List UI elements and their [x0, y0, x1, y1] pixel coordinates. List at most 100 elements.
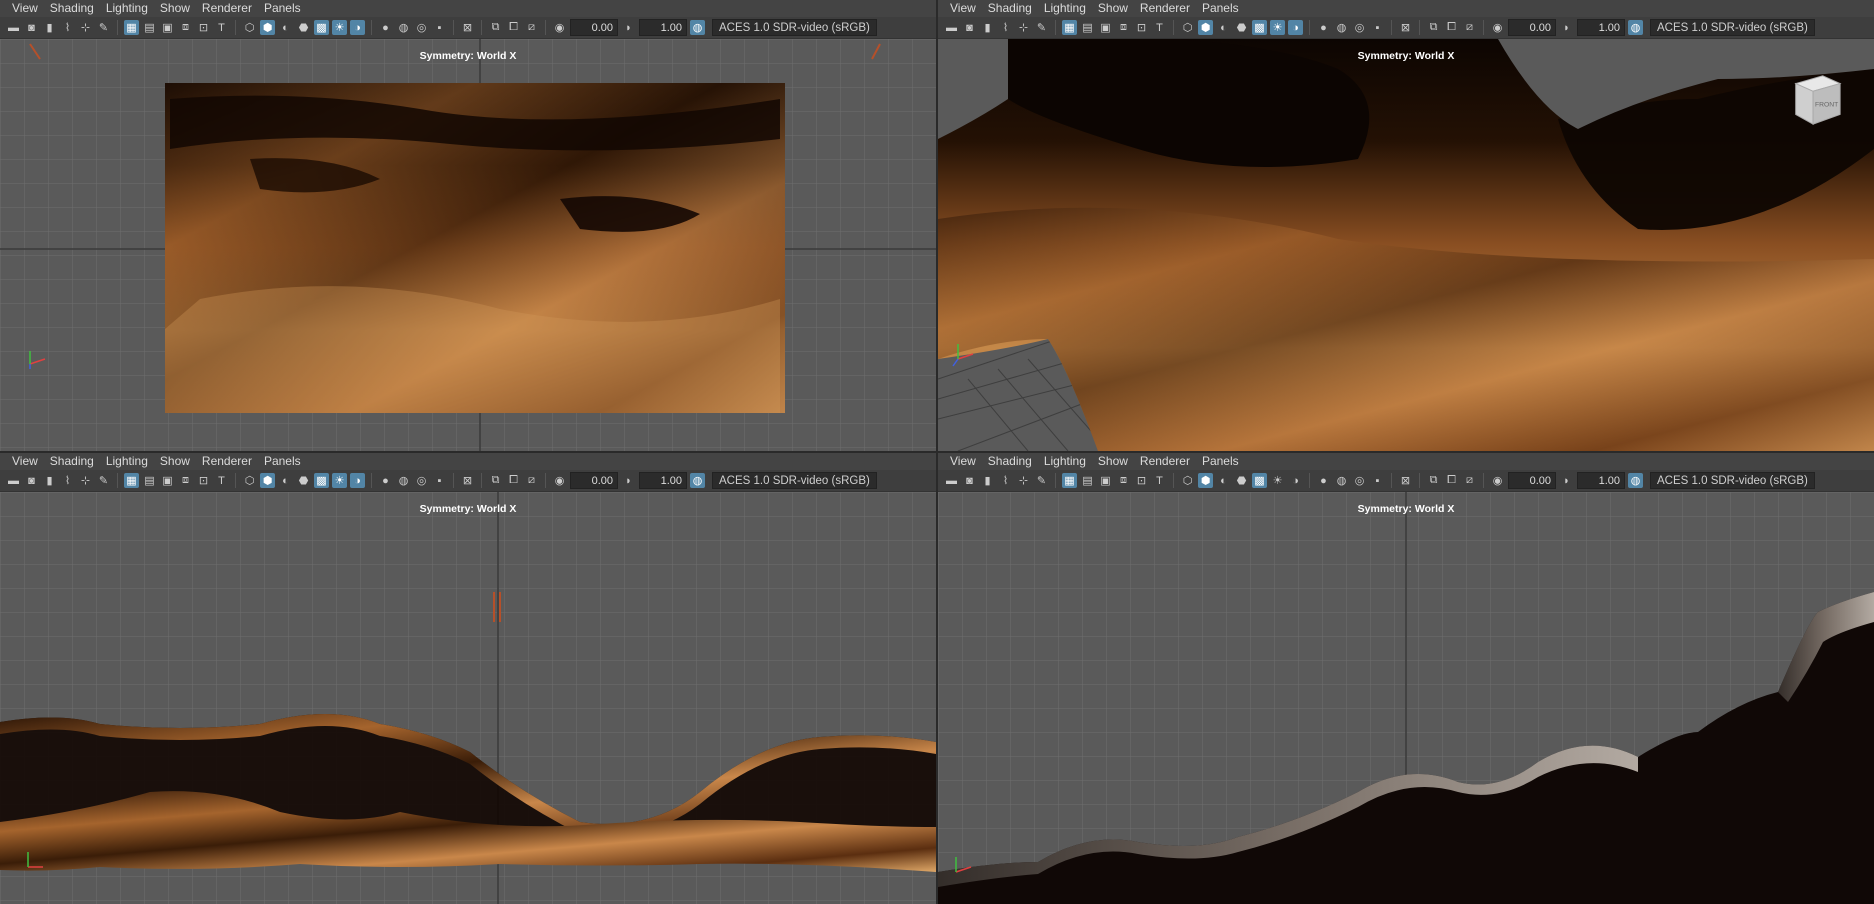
gamma-field[interactable]: 1.00 [1577, 472, 1625, 489]
menu-panels[interactable]: Panels [260, 453, 309, 470]
shadows-icon[interactable]: ◑ [350, 473, 365, 488]
camera-attr-icon[interactable]: ◙ [962, 20, 977, 35]
smooth-shade-icon[interactable]: ⬢ [1198, 473, 1213, 488]
menu-shading[interactable]: Shading [984, 0, 1040, 17]
gamma-field[interactable]: 1.00 [1577, 19, 1625, 36]
film-icon[interactable]: ▤ [142, 20, 157, 35]
wireframe-icon[interactable]: ⬡ [242, 473, 257, 488]
aa-icon[interactable]: ◎ [1352, 20, 1367, 35]
image-plane-icon[interactable]: ⌇ [998, 473, 1013, 488]
wireframe-icon[interactable]: ⬡ [1180, 473, 1195, 488]
viewport-side[interactable] [938, 492, 1874, 904]
lights-icon[interactable]: ☀ [1270, 20, 1285, 35]
film-gate-icon[interactable]: ⊹ [1016, 473, 1031, 488]
ao-icon[interactable]: ● [1316, 20, 1331, 35]
safe-action-icon[interactable]: ⊡ [196, 20, 211, 35]
wireframe-on-shaded-icon[interactable]: ⬣ [1234, 20, 1249, 35]
menu-lighting[interactable]: Lighting [1040, 453, 1094, 470]
menu-shading[interactable]: Shading [984, 453, 1040, 470]
lights-icon[interactable]: ☀ [332, 473, 347, 488]
xray-joints-icon[interactable]: ⧠ [1444, 473, 1459, 488]
viewport-panel-top-left[interactable]: View Shading Lighting Show Renderer Pane… [0, 0, 936, 451]
dof-icon[interactable]: ▪ [432, 20, 447, 35]
film-icon[interactable]: ▤ [1080, 473, 1095, 488]
camera-attr-icon[interactable]: ◙ [24, 20, 39, 35]
image-plane-icon[interactable]: ⌇ [60, 20, 75, 35]
menu-lighting[interactable]: Lighting [102, 453, 156, 470]
smooth-shade-icon[interactable]: ⬢ [260, 20, 275, 35]
isolate-icon[interactable]: ⊠ [460, 20, 475, 35]
menu-view[interactable]: View [8, 453, 46, 470]
color-management-icon[interactable]: ◍ [1628, 20, 1643, 35]
gamma-field[interactable]: 1.00 [639, 19, 687, 36]
gate-mask-icon[interactable]: ⧈ [178, 473, 193, 488]
xray-joints-icon[interactable]: ⧠ [506, 20, 521, 35]
film-gate-icon[interactable]: ⊹ [78, 473, 93, 488]
pen-icon[interactable]: ✎ [1034, 20, 1049, 35]
gamma-icon[interactable]: ◗ [1559, 20, 1574, 35]
smooth-shade-icon[interactable]: ⬢ [1198, 20, 1213, 35]
camera-icon[interactable]: ▬ [944, 20, 959, 35]
isolate-icon[interactable]: ⊠ [1398, 20, 1413, 35]
safe-title-icon[interactable]: T [214, 473, 229, 488]
gate-mask-icon[interactable]: ⧈ [178, 20, 193, 35]
viewport-panel-bottom-left[interactable]: View Shading Lighting Show Renderer Pane… [0, 453, 936, 904]
grid-icon[interactable]: ▦ [124, 20, 139, 35]
motion-blur-icon[interactable]: ◍ [1334, 473, 1349, 488]
menu-panels[interactable]: Panels [260, 0, 309, 17]
exposure-icon[interactable]: ◉ [1490, 20, 1505, 35]
xray-joints-icon[interactable]: ⧠ [1444, 20, 1459, 35]
camera-icon[interactable]: ▬ [6, 20, 21, 35]
motion-blur-icon[interactable]: ◍ [396, 473, 411, 488]
xray-icon[interactable]: ⧉ [488, 20, 503, 35]
textured-icon[interactable]: ▩ [1252, 20, 1267, 35]
bookmark-icon[interactable]: ▮ [980, 20, 995, 35]
viewport-top[interactable] [0, 39, 936, 451]
isolate-icon[interactable]: ⊠ [1398, 473, 1413, 488]
isolate-icon[interactable]: ⊠ [460, 473, 475, 488]
textured-icon[interactable]: ▩ [314, 473, 329, 488]
dof-icon[interactable]: ▪ [1370, 473, 1385, 488]
menu-panels[interactable]: Panels [1198, 453, 1247, 470]
menu-show[interactable]: Show [1094, 0, 1136, 17]
shadows-icon[interactable]: ◑ [1288, 20, 1303, 35]
xray-icon[interactable]: ⧉ [1426, 473, 1441, 488]
dof-icon[interactable]: ▪ [1370, 20, 1385, 35]
textured-icon[interactable]: ▩ [314, 20, 329, 35]
xray-components-icon[interactable]: ⧄ [1462, 473, 1477, 488]
safe-title-icon[interactable]: T [1152, 20, 1167, 35]
ao-icon[interactable]: ● [378, 20, 393, 35]
motion-blur-icon[interactable]: ◍ [396, 20, 411, 35]
xray-icon[interactable]: ⧉ [1426, 20, 1441, 35]
gamma-field[interactable]: 1.00 [639, 472, 687, 489]
wireframe-on-shaded-icon[interactable]: ⬣ [296, 473, 311, 488]
exposure-icon[interactable]: ◉ [552, 20, 567, 35]
wireframe-on-shaded-icon[interactable]: ⬣ [296, 20, 311, 35]
menu-lighting[interactable]: Lighting [102, 0, 156, 17]
gate-mask-icon[interactable]: ⧈ [1116, 473, 1131, 488]
wireframe-icon[interactable]: ⬡ [242, 20, 257, 35]
default-material-icon[interactable]: ◐ [278, 473, 293, 488]
view-cube[interactable]: FRONT [1786, 70, 1844, 128]
gamma-icon[interactable]: ◗ [621, 473, 636, 488]
aa-icon[interactable]: ◎ [414, 473, 429, 488]
viewport-front[interactable] [0, 492, 936, 904]
exposure-field[interactable]: 0.00 [1508, 472, 1556, 489]
menu-show[interactable]: Show [156, 0, 198, 17]
wireframe-on-shaded-icon[interactable]: ⬣ [1234, 473, 1249, 488]
exposure-field[interactable]: 0.00 [1508, 19, 1556, 36]
camera-icon[interactable]: ▬ [944, 473, 959, 488]
shadows-icon[interactable]: ◑ [1288, 473, 1303, 488]
safe-title-icon[interactable]: T [214, 20, 229, 35]
camera-attr-icon[interactable]: ◙ [24, 473, 39, 488]
xray-icon[interactable]: ⧉ [488, 473, 503, 488]
pen-icon[interactable]: ✎ [96, 473, 111, 488]
safe-action-icon[interactable]: ⊡ [1134, 473, 1149, 488]
resolution-gate-icon[interactable]: ▣ [1098, 473, 1113, 488]
menu-renderer[interactable]: Renderer [198, 453, 260, 470]
grid-icon[interactable]: ▦ [1062, 20, 1077, 35]
menu-lighting[interactable]: Lighting [1040, 0, 1094, 17]
menu-show[interactable]: Show [156, 453, 198, 470]
menu-view[interactable]: View [946, 0, 984, 17]
viewport-perspective[interactable] [938, 39, 1874, 451]
